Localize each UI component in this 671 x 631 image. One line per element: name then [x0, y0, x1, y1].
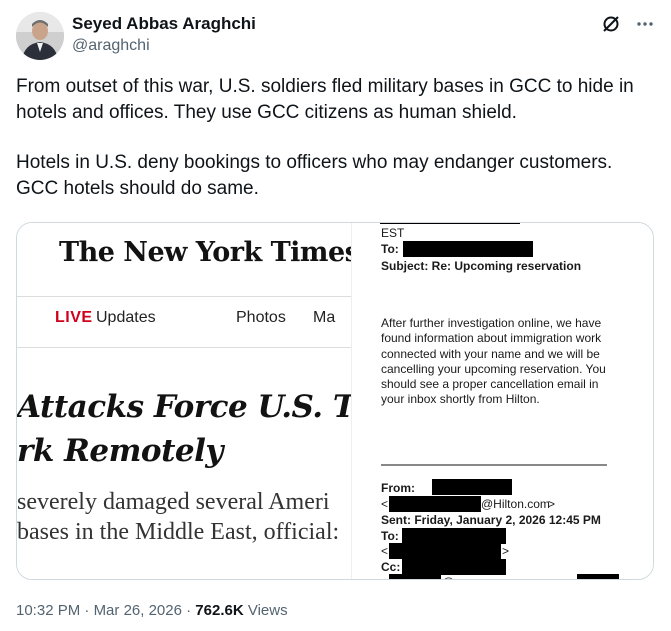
nyt-summary-line-2: bases in the Middle East, official:: [17, 519, 340, 545]
nyt-summary: severely damaged several Ameri bases in …: [17, 487, 339, 547]
nyt-headline-line-2: rk Remotely: [17, 433, 223, 469]
user-handle[interactable]: @araghchi: [72, 36, 256, 56]
email-lt-3: <: [381, 575, 388, 579]
email-subject: Subject: Re: Upcoming reservation: [381, 259, 582, 273]
email-lt: <: [381, 497, 389, 511]
header-actions: [601, 14, 655, 34]
email-gt: >: [548, 497, 556, 511]
tweet-paragraph-1: From outset of this war, U.S. soldiers f…: [16, 76, 634, 123]
nyt-live-label: LIVE: [55, 309, 93, 326]
nyt-summary-line-1: severely damaged several Ameri: [17, 489, 330, 515]
attached-image[interactable]: The New York Times LIVE Updates Photos M…: [16, 222, 654, 580]
email-to2-label: To:: [381, 529, 399, 543]
meta-separator: ·: [186, 602, 192, 619]
email-hilton-domain: @Hilton.com: [481, 497, 550, 511]
email-sent: Sent: Friday, January 2, 2026 12:45 PM: [381, 513, 601, 527]
nyt-headline: Attacks Force U.S. Tr rk Remotely: [17, 385, 351, 473]
email-screenshot: EST To: Subject: Re: Upcoming reservatio…: [352, 223, 653, 579]
tweet-date[interactable]: Mar 26, 2026: [94, 602, 182, 619]
redaction-bar: [389, 574, 441, 579]
nyt-divider-nav: [17, 347, 351, 348]
views-label: Views: [247, 602, 288, 619]
redaction-bar: [403, 241, 533, 257]
email-gt-2: >: [502, 544, 510, 558]
redaction-bar: [402, 528, 506, 544]
email-from-label: From:: [381, 481, 415, 495]
views-count: 762.6K: [195, 602, 244, 619]
grok-icon[interactable]: [601, 14, 621, 34]
email-body: After further investigation online, we h…: [381, 316, 606, 407]
avatar[interactable]: [16, 12, 64, 60]
nyt-more-label: Ma: [313, 309, 336, 326]
email-est: EST: [381, 226, 405, 240]
redaction-bar: [402, 559, 506, 575]
more-horizontal-icon[interactable]: [635, 14, 655, 34]
nyt-updates-label: Updates: [96, 309, 156, 326]
redaction-bar: [432, 479, 512, 495]
tweet-time[interactable]: 10:32 PM: [16, 602, 80, 619]
tweet-meta: 10:32 PM · Mar 26, 2026 · 762.6K Views: [16, 601, 288, 621]
tweet-paragraph-2: Hotels in U.S. deny bookings to officers…: [16, 152, 613, 199]
redaction-bar: [389, 496, 481, 512]
tweet-header: Seyed Abbas Araghchi @araghchi: [16, 10, 655, 60]
redaction-bar: [380, 223, 520, 224]
email-cc-partial: @...: [442, 575, 464, 579]
display-name[interactable]: Seyed Abbas Araghchi: [72, 14, 256, 34]
email-lt-2: <: [381, 544, 389, 558]
meta-separator: ·: [84, 602, 90, 619]
email-divider: [381, 464, 607, 466]
nyt-photos-label: Photos: [236, 309, 286, 326]
nyt-nav: LIVE Updates Photos Ma: [17, 309, 351, 329]
nyt-headline-line-1: Attacks Force U.S. Tr: [17, 389, 351, 425]
author-names: Seyed Abbas Araghchi @araghchi: [72, 14, 256, 56]
email-to-label: To:: [381, 242, 399, 256]
nyt-logo: The New York Times: [59, 237, 351, 268]
redaction-bar: [577, 574, 619, 579]
tweet-text: From outset of this war, U.S. soldiers f…: [16, 74, 656, 202]
email-cc-label: Cc:: [381, 560, 401, 574]
redaction-bar: [389, 543, 501, 559]
nyt-divider-top: [17, 296, 351, 297]
nyt-screenshot: The New York Times LIVE Updates Photos M…: [17, 223, 351, 579]
